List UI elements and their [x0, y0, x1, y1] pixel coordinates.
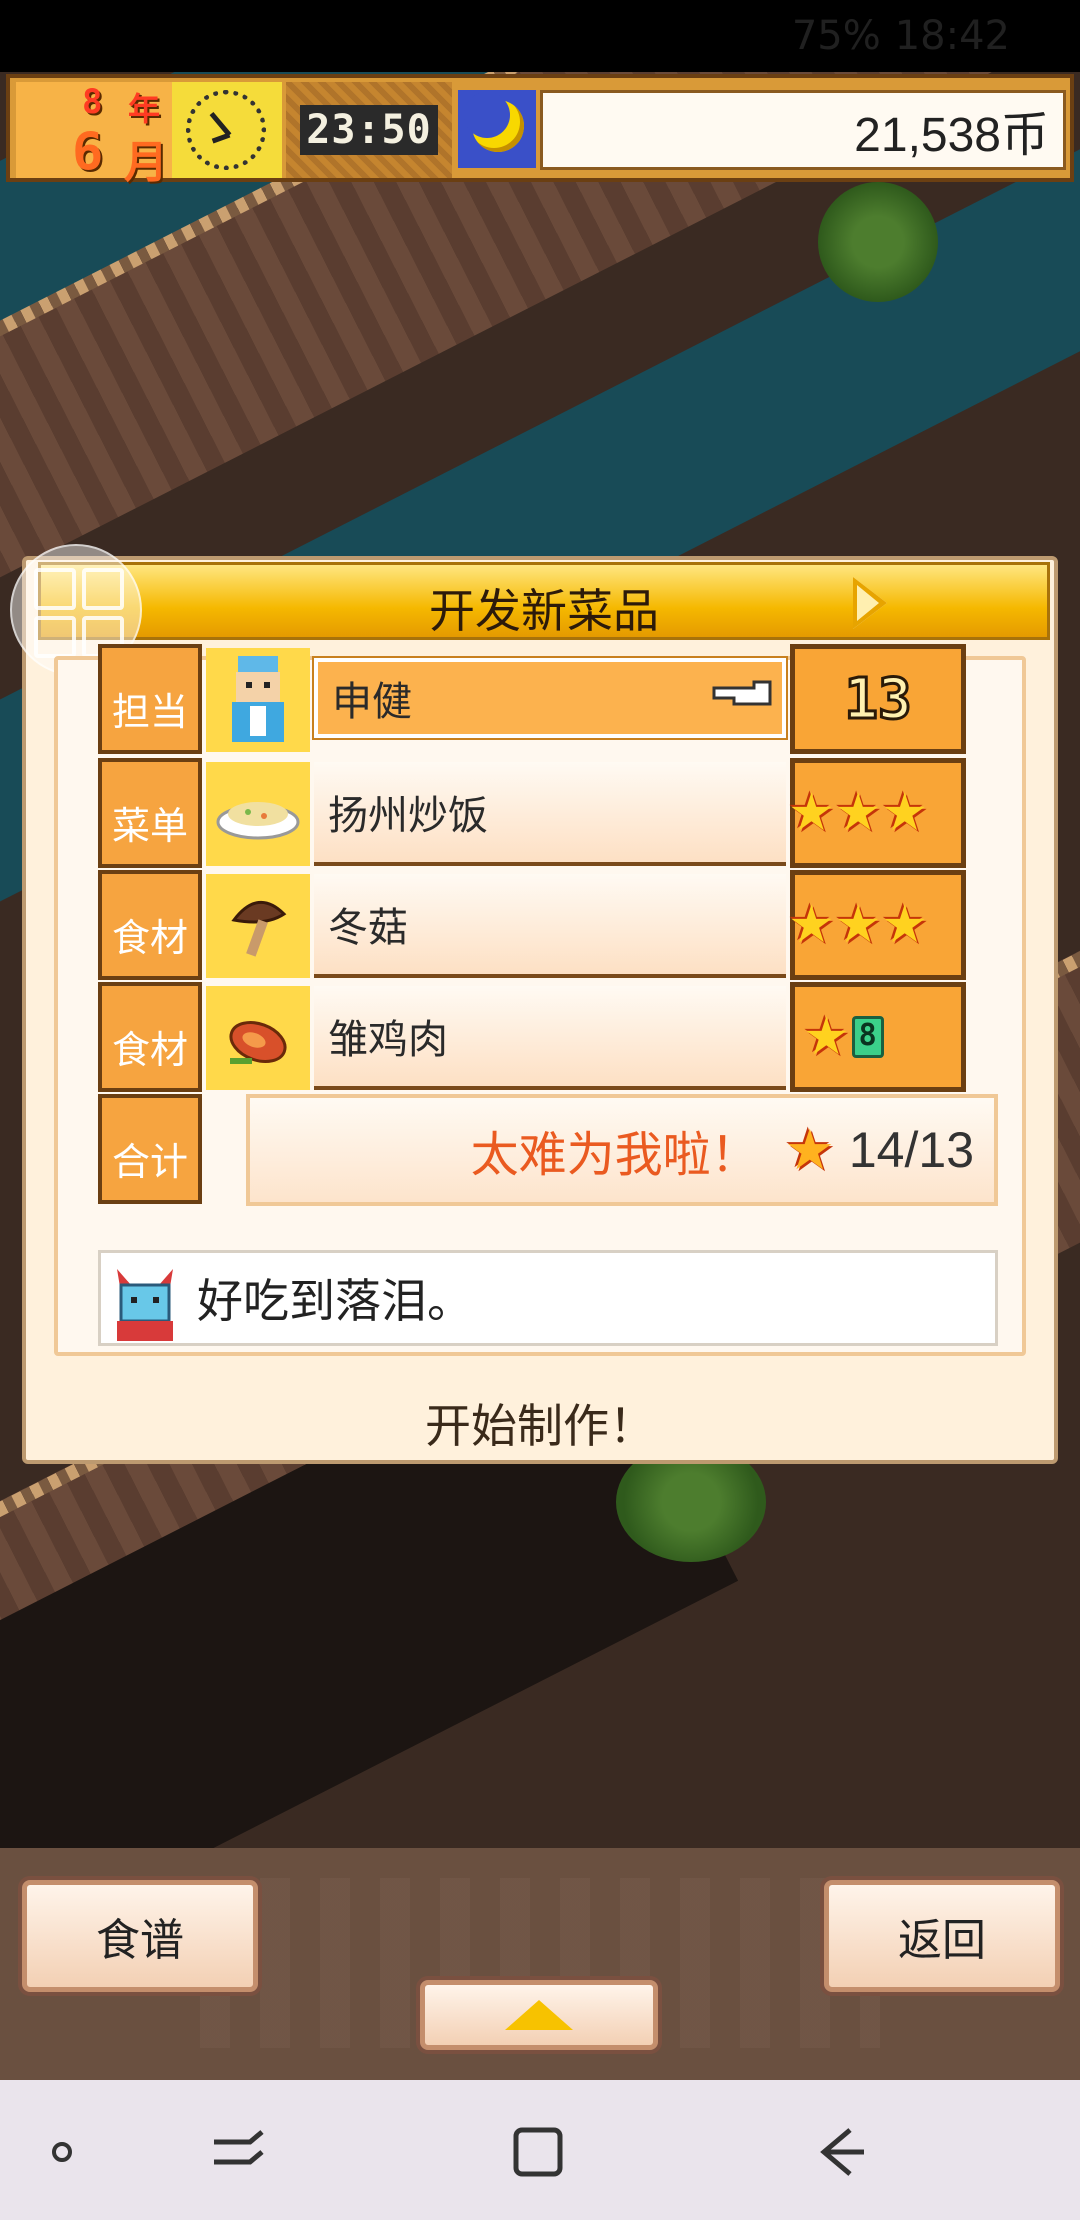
- pointing-hand-icon: [710, 674, 782, 714]
- star-icon: ★: [788, 783, 835, 843]
- star-rating: ★ ★ ★: [788, 787, 928, 839]
- staff-level: 13: [790, 644, 966, 754]
- year-label: 年: [128, 90, 161, 128]
- fried-rice-icon: [206, 762, 310, 866]
- chef-icon: [206, 648, 310, 752]
- ingredient-rating-2: ★ 8: [790, 982, 966, 1092]
- month-number: 6: [72, 122, 104, 182]
- dialog-title: 开发新菜品: [429, 584, 659, 638]
- critic-icon: [107, 1263, 183, 1343]
- menu-rating: ★ ★ ★: [788, 758, 966, 868]
- dish-form: 担当 申健 13 菜单 扬州炒饭 ★ ★ ★ 食材 冬菇 ★ ★ ★ 食材 雏鸡…: [54, 644, 1026, 1356]
- row-label: 担当: [98, 644, 202, 754]
- row-label: 合计: [98, 1094, 202, 1204]
- row-label: 菜单: [98, 758, 202, 868]
- nav-dot-icon[interactable]: [52, 2142, 72, 2162]
- back-nav-icon[interactable]: [808, 2120, 872, 2184]
- star-icon: ★: [784, 1117, 835, 1183]
- back-button[interactable]: 返回: [824, 1880, 1060, 1992]
- total-row: 合计 太难为我啦！ ★ 14/13: [98, 1094, 998, 1206]
- review-box: 好吃到落泪。: [98, 1250, 998, 1346]
- star-icon: ★: [881, 783, 928, 843]
- recent-apps-icon[interactable]: [206, 2120, 270, 2184]
- start-cooking-button[interactable]: 开始制作！: [26, 1390, 1054, 1456]
- system-nav-bar: [0, 2080, 1080, 2220]
- next-arrow-icon[interactable]: [853, 577, 887, 629]
- menu-row[interactable]: 菜单 扬州炒饭 ★ ★ ★: [98, 758, 998, 868]
- year-number: 8: [82, 82, 103, 122]
- staff-level-value: 13: [843, 665, 913, 733]
- moon-icon: [458, 90, 536, 168]
- battery-text: 75%: [791, 13, 881, 59]
- status-bar: 75% 18:42: [0, 0, 1080, 72]
- gem-badge: 8: [851, 1016, 884, 1058]
- game-time-text: 23:50: [300, 105, 438, 155]
- menu-dish-name[interactable]: 扬州炒饭: [314, 762, 786, 866]
- difficulty-comment: 太难为我啦！: [470, 1127, 759, 1183]
- home-icon[interactable]: [506, 2120, 570, 2184]
- star-icon: ★: [803, 1007, 850, 1067]
- ingredient-rating-1: ★ ★ ★: [788, 870, 966, 980]
- star-icon: ★: [834, 895, 882, 955]
- ingredient-row-2[interactable]: 食材 雏鸡肉 ★ 8: [98, 982, 998, 1092]
- tree: [818, 182, 938, 302]
- row-label: 食材: [98, 870, 202, 980]
- month-label: 月: [124, 137, 168, 188]
- dialog-header: 开发新菜品: [38, 562, 1050, 640]
- star-icon: ★: [881, 895, 928, 955]
- ingredient-row-1[interactable]: 食材 冬菇 ★ ★ ★: [98, 870, 998, 980]
- up-arrow-icon: [505, 2000, 573, 2030]
- game-time: 23:50: [286, 82, 452, 178]
- expand-button[interactable]: [420, 1980, 658, 2050]
- coin-balance: 21,538币: [540, 90, 1066, 170]
- status-time: 18:42: [894, 13, 1010, 59]
- ingredient-name-1[interactable]: 冬菇: [314, 874, 786, 978]
- bottom-bar: 食谱 返回: [0, 1848, 1080, 2080]
- develop-dish-dialog: 开发新菜品 担当 申健 13 菜单 扬州炒饭 ★ ★ ★ 食材 冬菇 ★ ★ ★…: [10, 544, 1058, 1464]
- top-hud: 8 年 6 月 23:50 21,538币: [6, 74, 1074, 188]
- clock-icon: [172, 82, 282, 178]
- ingredient-name-2[interactable]: 雏鸡肉: [314, 986, 786, 1090]
- star-rating: ★ ★ ★: [788, 899, 928, 951]
- star-icon: ★: [834, 783, 882, 843]
- star-icon: ★: [788, 895, 835, 955]
- date-panel: 8 年 6 月: [16, 82, 172, 188]
- mushroom-icon: [206, 874, 310, 978]
- review-text: 好吃到落泪。: [197, 1274, 473, 1328]
- recipe-button[interactable]: 食谱: [22, 1880, 258, 1992]
- staff-row[interactable]: 担当 申健 13: [98, 644, 998, 754]
- row-label: 食材: [98, 982, 202, 1092]
- total-score: 14/13: [848, 1122, 974, 1178]
- chicken-icon: [206, 986, 310, 1090]
- total-panel: 太难为我啦！ ★ 14/13: [246, 1094, 998, 1206]
